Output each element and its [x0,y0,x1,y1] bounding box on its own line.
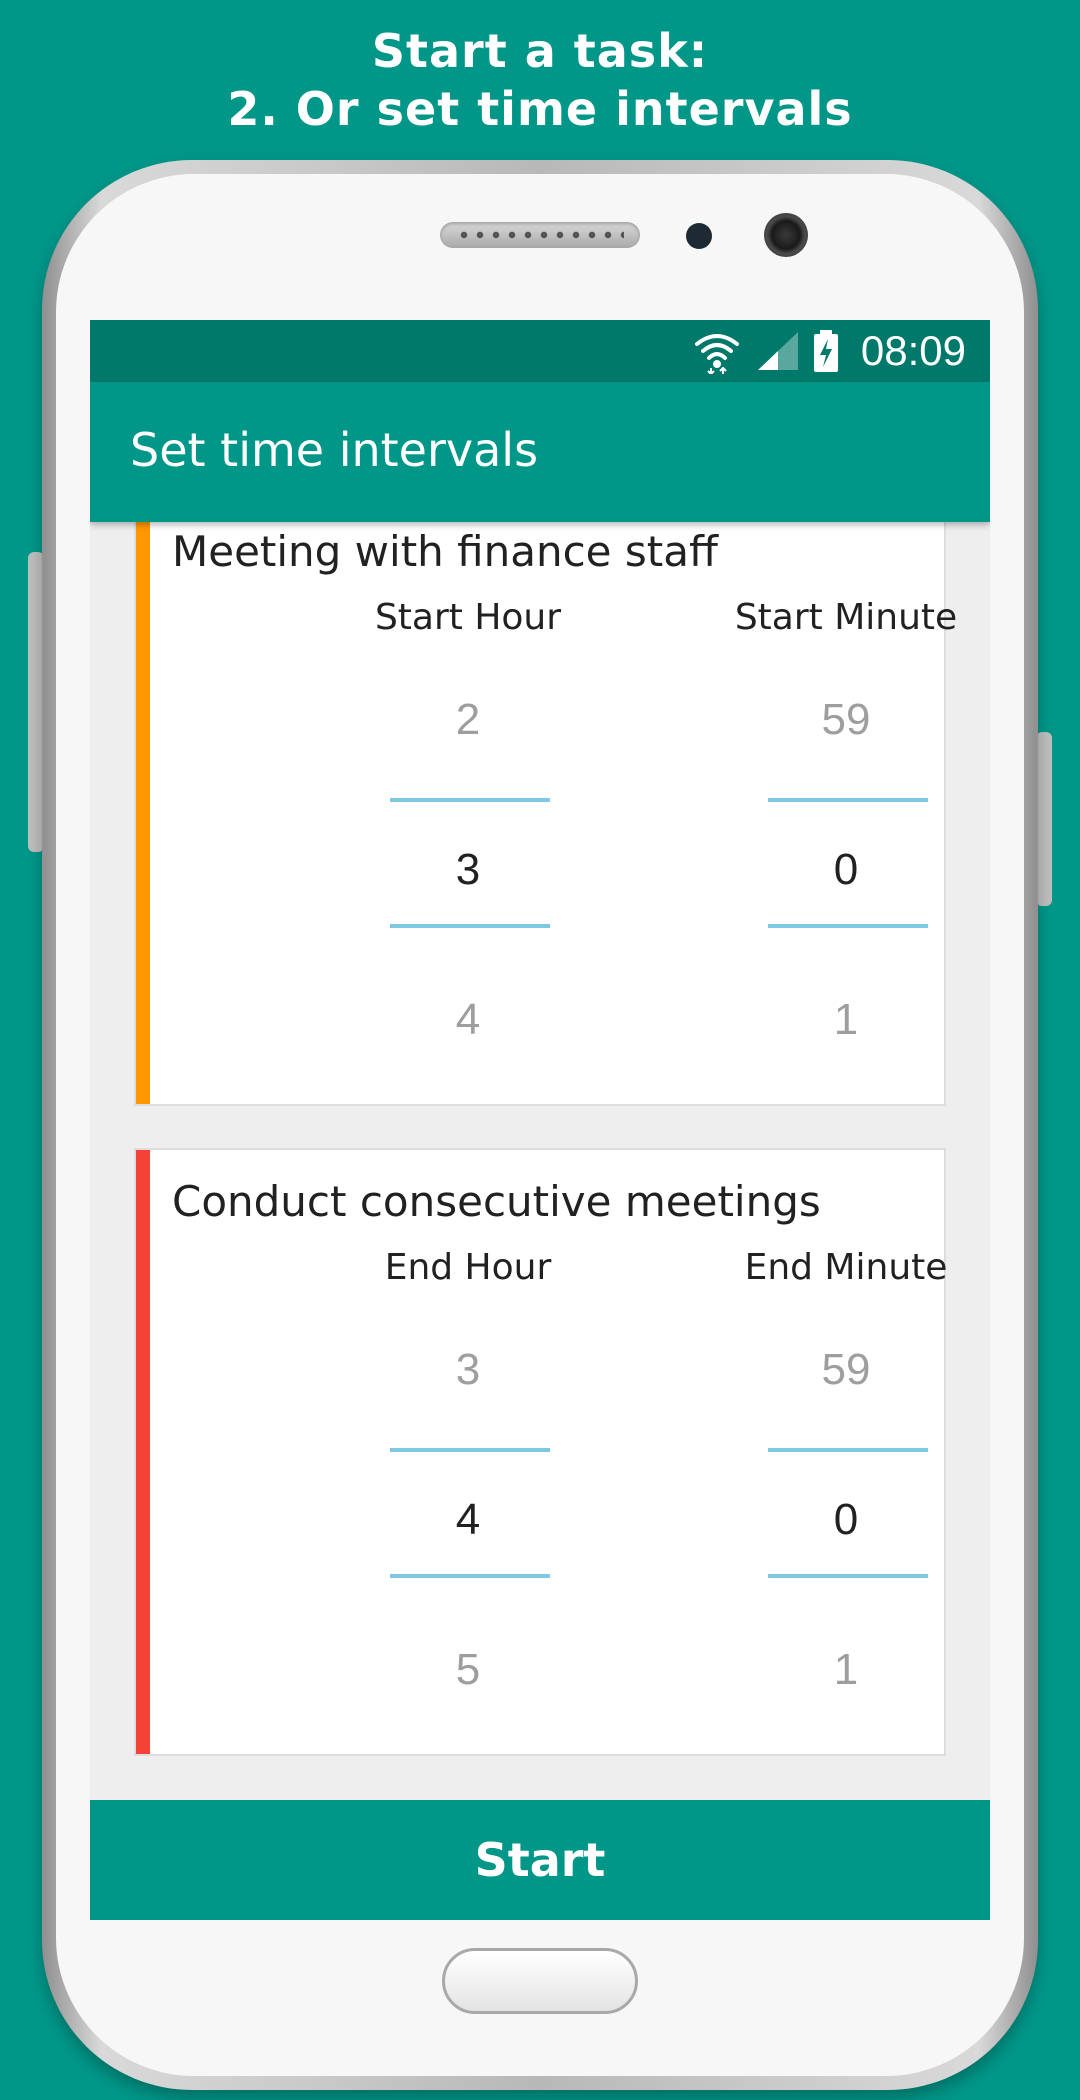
phone-speaker [440,222,640,248]
end-minute-picker[interactable]: End Minute 59 0 1 [696,1150,990,1758]
picker-label: End Minute [744,1247,948,1288]
battery-charging-icon [814,330,838,372]
task-card-meetings: Conduct consecutive meetings End Hour 3 … [134,1148,947,1758]
picker-prev-value[interactable]: 3 [318,1344,618,1396]
picker-selected-value[interactable]: 0 [696,1494,990,1546]
app-bar: Set time intervals [90,382,990,522]
proximity-sensor [686,223,712,249]
picker-selected-value[interactable]: 4 [318,1494,618,1546]
card-accent-bar [136,512,150,1104]
picker-label: Start Hour [374,597,562,638]
card-accent-bar [136,1150,150,1754]
picker-next-value[interactable]: 1 [696,994,990,1046]
picker-divider [768,924,928,928]
promo-header: Start a task: 2. Or set time intervals [0,22,1080,138]
picker-divider [768,798,928,802]
picker-divider [768,1574,928,1578]
start-hour-picker[interactable]: Start Hour 2 3 4 [318,512,618,1108]
promo-line-1: Start a task: [371,24,709,78]
picker-prev-value[interactable]: 2 [318,694,618,746]
promo-line-2: 2. Or set time intervals [227,82,853,136]
status-bar: 08:09 [90,320,990,382]
picker-label: End Hour [384,1247,552,1288]
start-button[interactable]: Start [90,1800,990,1920]
front-camera-icon [764,213,808,257]
start-minute-picker[interactable]: Start Minute 59 0 1 [696,512,990,1108]
picker-divider [390,924,550,928]
page-title: Set time intervals [130,423,539,477]
phone-screen: 08:09 Set time intervals Meeting with fi… [90,320,990,1920]
picker-selected-value[interactable]: 3 [318,844,618,896]
picker-divider [390,1448,550,1452]
picker-label: Start Minute [734,597,958,638]
status-time: 08:09 [860,327,966,374]
phone-power-button [1036,732,1052,906]
picker-prev-value[interactable]: 59 [696,694,990,746]
task-card-finance: Meeting with finance staff Start Hour 2 … [134,510,957,1108]
picker-divider [768,1448,928,1452]
picker-next-value[interactable]: 1 [696,1644,990,1696]
picker-divider [390,1574,550,1578]
phone-home-button [442,1948,638,2014]
signal-icon [758,332,798,370]
picker-divider [390,798,550,802]
picker-selected-value[interactable]: 0 [696,844,990,896]
picker-prev-value[interactable]: 59 [696,1344,990,1396]
speaker-grille [456,231,624,239]
end-hour-picker[interactable]: End Hour 3 4 5 [318,1150,618,1758]
picker-next-value[interactable]: 5 [318,1644,618,1696]
wifi-icon [695,334,739,374]
picker-next-value[interactable]: 4 [318,994,618,1046]
